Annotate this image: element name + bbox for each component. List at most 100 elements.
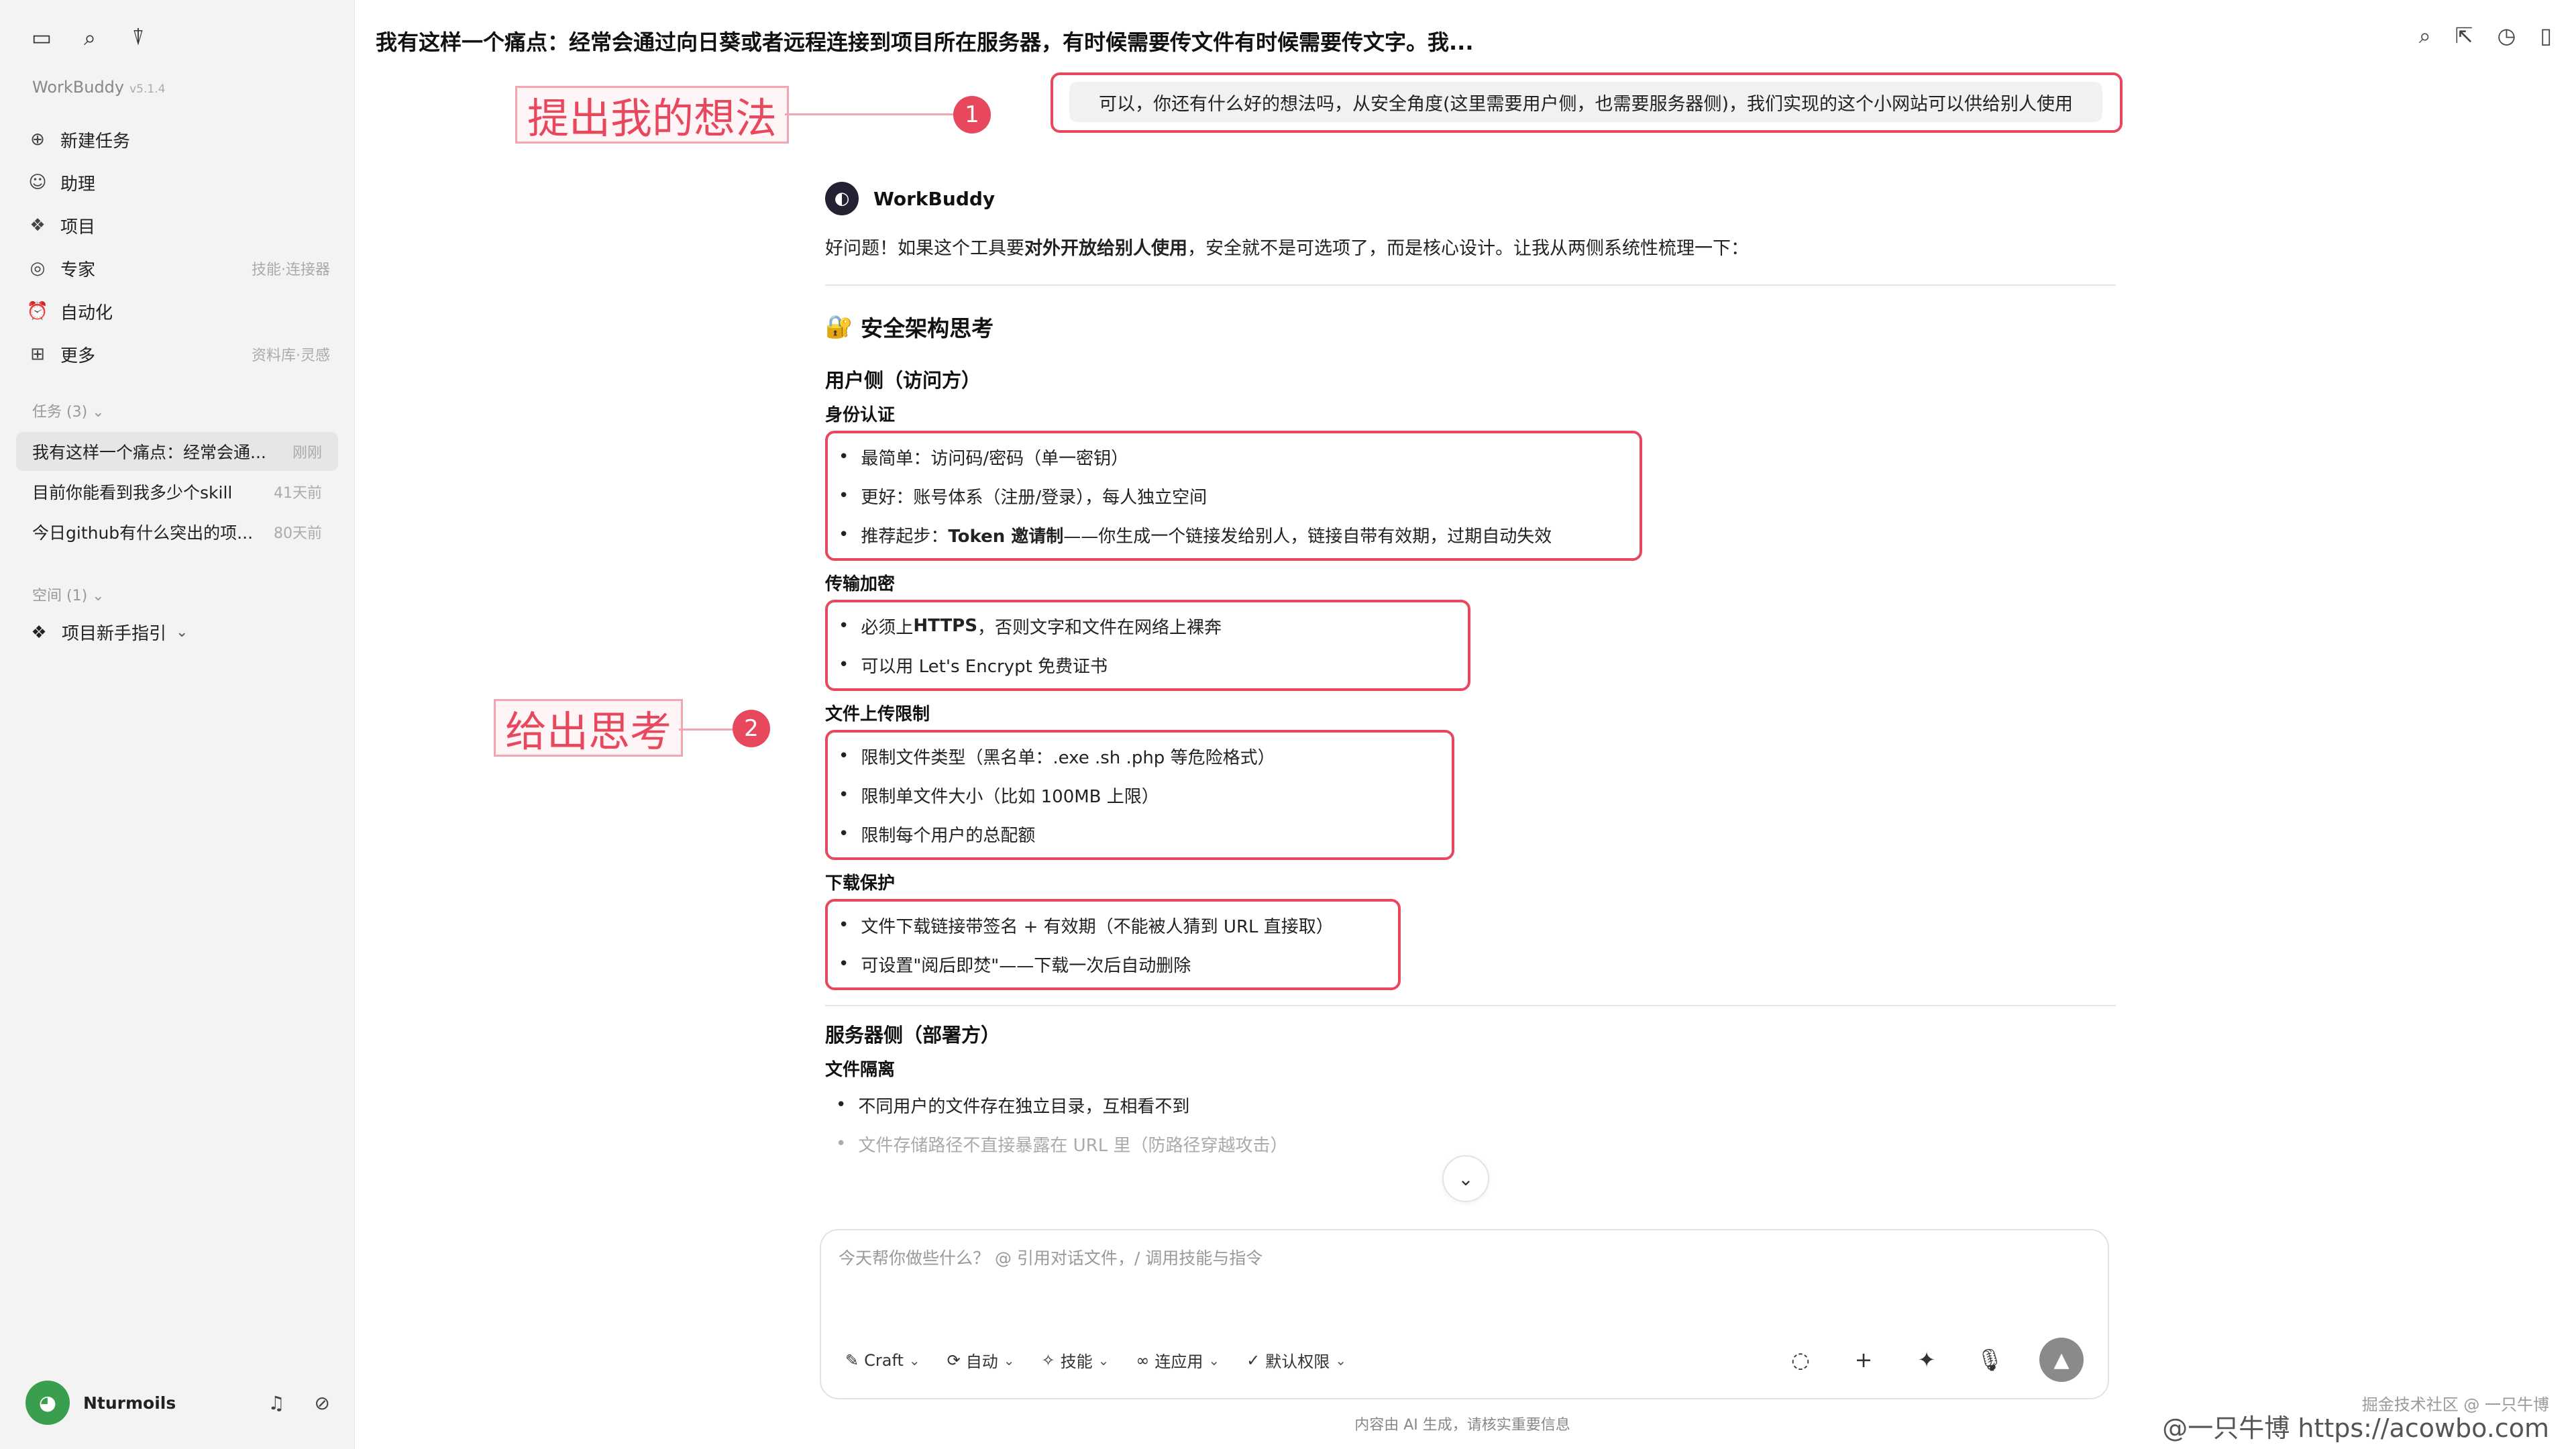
- tasks-section-label: 任务 (3): [32, 404, 88, 421]
- list-item-text: ——你生成一个链接发给别人，链接自带有效期，过期自动失效: [1063, 526, 1552, 547]
- annotation-number: 1: [953, 96, 991, 133]
- transport-list: 必须上 HTTPS，否则文字和文件在网络上裸奔 可以用 Let's Encryp…: [825, 600, 1470, 691]
- divider: [825, 284, 2116, 286]
- add-icon[interactable]: +: [1850, 1347, 1877, 1373]
- tool-label: 自动: [965, 1352, 998, 1371]
- history-icon[interactable]: ◷: [2497, 23, 2516, 49]
- connect-app-button[interactable]: ∞ 连应用 ⌄: [1136, 1348, 1220, 1372]
- task-title: 目前你能看到我多少个skill: [32, 483, 233, 502]
- sidebar-item-hint: 技能·连接器: [252, 262, 330, 278]
- sidebar-item-expert[interactable]: ◎ 专家 技能·连接器: [25, 247, 330, 290]
- composer-tools: ✎ Craft ⌄ ⟳ 自动 ⌄ ✧ 技能 ⌄ ∞ 连应用 ⌄ ✓ 默认权限 ⌄: [845, 1348, 1346, 1372]
- auth-heading: 身份认证: [825, 405, 896, 425]
- chevron-down-icon: ⌄: [1208, 1352, 1220, 1368]
- sidebar-item-assistant[interactable]: ☺ 助理: [25, 161, 330, 204]
- task-item[interactable]: 目前你能看到我多少个skill 41天前: [16, 472, 338, 511]
- isolation-list: 不同用户的文件存在独立目录，互相看不到 文件存储路径不直接暴露在 URL 里（防…: [825, 1085, 2116, 1163]
- space-item-label: 项目新手指引: [62, 624, 167, 644]
- sidebar-item-new-task[interactable]: ⊕ 新建任务: [25, 118, 330, 161]
- model-icon: ⟳: [947, 1350, 961, 1370]
- transport-heading: 传输加密: [825, 574, 896, 594]
- list-item: 可以用 Let's Encrypt 免费证书: [839, 645, 1457, 684]
- message-input[interactable]: 今天帮你做些什么？ @ 引用对话文件，/ 调用技能与指令: [839, 1245, 1263, 1269]
- divider: [825, 1005, 2116, 1006]
- task-item[interactable]: 今日github有什么突出的项... 80天前: [16, 513, 338, 551]
- list-item-bold: Token 邀请制: [948, 526, 1064, 547]
- assistant-message: ◐ WorkBuddy 好问题！如果这个工具要对外开放给别人使用，安全就不是可选…: [825, 176, 2116, 1163]
- skills-button[interactable]: ✧ 技能 ⌄: [1042, 1348, 1110, 1372]
- user-profile: ◕ Nturmoils ♫ ⊘: [25, 1381, 330, 1425]
- user-actions: ♫ ⊘: [268, 1392, 330, 1414]
- list-item: 限制每个用户的总配额: [839, 814, 1441, 853]
- space-item-guide[interactable]: ❖ 项目新手指引 ⌄: [27, 620, 188, 645]
- chevron-down-icon: ⌄: [1335, 1352, 1347, 1368]
- chevron-down-icon: ⌄: [1458, 1167, 1474, 1190]
- tasks-section-header[interactable]: 任务 (3) ⌄: [32, 400, 105, 421]
- conversation-title: 我有这样一个痛点：经常会通过向日葵或者远程连接到项目所在服务器，有时候需要传文件…: [376, 30, 1474, 55]
- bell-icon[interactable]: ♫: [268, 1392, 284, 1414]
- user-message-bubble: 可以，你还有什么好的想法吗，从安全角度(这里需要用户侧，也需要服务器侧)，我们实…: [1069, 82, 2102, 122]
- task-time: 41天前: [274, 485, 322, 502]
- chevron-down-icon: ⌄: [92, 588, 105, 604]
- assistant-intro: 好问题！如果这个工具要对外开放给别人使用，安全就不是可选项了，而是核心设计。让我…: [825, 233, 2116, 260]
- chevron-down-icon: ⌄: [92, 404, 105, 421]
- search-icon[interactable]: ⌕: [75, 23, 105, 52]
- chevron-down-icon: ⌄: [176, 624, 189, 641]
- sparkle-icon[interactable]: ✦: [1913, 1347, 1940, 1373]
- microphone-icon[interactable]: 🎙: [1976, 1347, 2004, 1373]
- compass-icon[interactable]: ⊘: [315, 1392, 330, 1414]
- permissions-button[interactable]: ✓ 默认权限 ⌄: [1246, 1348, 1346, 1372]
- sidebar-item-more[interactable]: ⊞ 更多 资料库·灵感: [25, 333, 330, 376]
- panel-toggle-icon[interactable]: ▯: [2540, 23, 2552, 49]
- list-item-bold: HTTPS: [913, 616, 977, 636]
- sidebar-item-label: 更多: [60, 345, 96, 366]
- sidebar-item-project[interactable]: ❖ 项目: [25, 204, 330, 247]
- sidebar-toggle-icon[interactable]: ▭: [27, 23, 56, 52]
- space-section-header[interactable]: 空间 (1) ⌄: [32, 584, 105, 605]
- list-item: 限制文件类型（黑名单：.exe .sh .php 等危险格式）: [839, 737, 1441, 775]
- loading-spinner-icon: ◌: [1791, 1347, 1810, 1373]
- share-icon[interactable]: ⇱: [2455, 23, 2473, 49]
- task-time: 80天前: [274, 525, 322, 542]
- header-actions: ⌕ ⇱ ◷ ▯: [2419, 23, 2552, 49]
- sidebar: ▭ ⌕ ⍒ WorkBuddy v5.1.4 ⊕ 新建任务 ☺ 助理 ❖ 项目 ◎…: [0, 0, 355, 1449]
- sidebar-item-hint: 资料库·灵感: [252, 347, 330, 364]
- avatar[interactable]: ◕: [25, 1381, 70, 1425]
- craft-mode-button[interactable]: ✎ Craft ⌄: [845, 1351, 920, 1370]
- intro-bold: 对外开放给别人使用: [1024, 238, 1187, 259]
- arrow-up-icon: ▲: [2053, 1348, 2070, 1372]
- sidebar-nav: ⊕ 新建任务 ☺ 助理 ❖ 项目 ◎ 专家 技能·连接器 ⏰ 自动化 ⊞ 更多 …: [25, 118, 330, 376]
- tool-label: 技能: [1060, 1352, 1093, 1371]
- filter-icon[interactable]: ⍒: [123, 23, 153, 52]
- list-item: 最简单：访问码/密码（单一密钥）: [839, 437, 1629, 476]
- upload-heading: 文件上传限制: [825, 704, 930, 724]
- scroll-to-bottom-button[interactable]: ⌄: [1442, 1155, 1489, 1202]
- auto-model-button[interactable]: ⟳ 自动 ⌄: [947, 1348, 1015, 1372]
- project-icon: ❖: [31, 622, 47, 643]
- app-name: WorkBuddy: [32, 78, 125, 97]
- annotation-label: 给出思考: [494, 699, 683, 757]
- upload-list: 限制文件类型（黑名单：.exe .sh .php 等危险格式） 限制单文件大小（…: [825, 730, 1454, 860]
- download-heading: 下载保护: [825, 873, 896, 894]
- task-item[interactable]: 我有这样一个痛点：经常会通... 刚刚: [16, 432, 338, 471]
- tool-label: 连应用: [1155, 1352, 1203, 1371]
- intro-text: 好问题！如果这个工具要: [825, 238, 1024, 259]
- download-list: 文件下载链接带签名 + 有效期（不能被人猜到 URL 直接取） 可设置"阅后即焚…: [825, 899, 1401, 990]
- list-item: 限制单文件大小（比如 100MB 上限）: [839, 775, 1441, 814]
- annotation-connector: [785, 113, 955, 115]
- bot-avatar: ◐: [825, 182, 859, 215]
- composer-actions: ◌ + ✦ 🎙 ▲: [1787, 1338, 2084, 1382]
- send-button[interactable]: ▲: [2039, 1338, 2084, 1382]
- task-title: 今日github有什么突出的项...: [32, 523, 254, 543]
- list-item: 文件下载链接带签名 + 有效期（不能被人猜到 URL 直接取）: [839, 906, 1387, 945]
- section-heading-text: 安全架构思考: [861, 315, 994, 341]
- list-item: 推荐起步：Token 邀请制——你生成一个链接发给别人，链接自带有效期，过期自动…: [839, 515, 1629, 554]
- list-item-text: ，否则文字和文件在网络上裸奔: [977, 617, 1222, 638]
- assistant-header: ◐ WorkBuddy: [825, 176, 2116, 221]
- isolation-heading: 文件隔离: [825, 1059, 896, 1080]
- assistant-icon: ☺: [28, 172, 47, 193]
- list-item: 可设置"阅后即焚"——下载一次后自动删除: [839, 945, 1387, 983]
- search-icon[interactable]: ⌕: [2419, 23, 2431, 49]
- sidebar-item-automation[interactable]: ⏰ 自动化: [25, 290, 330, 333]
- sidebar-item-label: 项目: [60, 217, 96, 237]
